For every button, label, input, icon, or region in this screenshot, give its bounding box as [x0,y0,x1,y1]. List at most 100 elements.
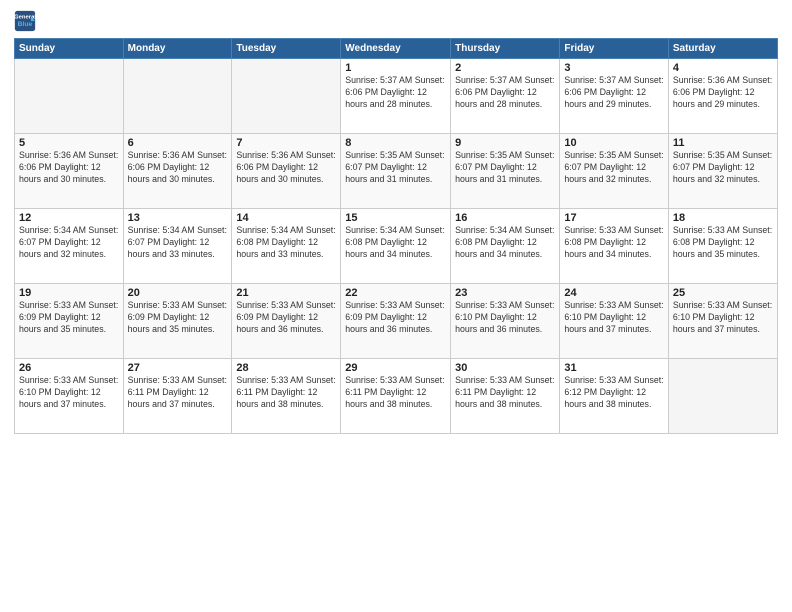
calendar-cell-3-7: 18Sunrise: 5:33 AM Sunset: 6:08 PM Dayli… [668,209,777,284]
day-info: Sunrise: 5:33 AM Sunset: 6:09 PM Dayligh… [236,300,336,336]
calendar-cell-2-7: 11Sunrise: 5:35 AM Sunset: 6:07 PM Dayli… [668,134,777,209]
calendar-cell-3-3: 14Sunrise: 5:34 AM Sunset: 6:08 PM Dayli… [232,209,341,284]
day-info: Sunrise: 5:37 AM Sunset: 6:06 PM Dayligh… [345,75,446,111]
day-info: Sunrise: 5:33 AM Sunset: 6:11 PM Dayligh… [236,375,336,411]
calendar-cell-2-3: 7Sunrise: 5:36 AM Sunset: 6:06 PM Daylig… [232,134,341,209]
day-info: Sunrise: 5:36 AM Sunset: 6:06 PM Dayligh… [236,150,336,186]
calendar-cell-4-1: 19Sunrise: 5:33 AM Sunset: 6:09 PM Dayli… [15,284,124,359]
week-row-2: 5Sunrise: 5:36 AM Sunset: 6:06 PM Daylig… [15,134,778,209]
day-info: Sunrise: 5:33 AM Sunset: 6:10 PM Dayligh… [673,300,773,336]
weekday-header-row: SundayMondayTuesdayWednesdayThursdayFrid… [15,39,778,59]
day-number: 20 [128,287,228,299]
day-number: 31 [564,362,664,374]
calendar-cell-5-3: 28Sunrise: 5:33 AM Sunset: 6:11 PM Dayli… [232,359,341,434]
weekday-header-thursday: Thursday [451,39,560,59]
day-number: 22 [345,287,446,299]
day-number: 2 [455,62,555,74]
day-info: Sunrise: 5:34 AM Sunset: 6:07 PM Dayligh… [128,225,228,261]
day-number: 18 [673,212,773,224]
weekday-header-sunday: Sunday [15,39,124,59]
weekday-header-wednesday: Wednesday [341,39,451,59]
calendar-cell-1-3 [232,59,341,134]
calendar-cell-1-1 [15,59,124,134]
page: General Blue SundayMondayTuesdayWednesda… [0,0,792,612]
calendar-cell-4-7: 25Sunrise: 5:33 AM Sunset: 6:10 PM Dayli… [668,284,777,359]
day-number: 16 [455,212,555,224]
day-info: Sunrise: 5:33 AM Sunset: 6:10 PM Dayligh… [455,300,555,336]
calendar-cell-4-3: 21Sunrise: 5:33 AM Sunset: 6:09 PM Dayli… [232,284,341,359]
day-info: Sunrise: 5:33 AM Sunset: 6:09 PM Dayligh… [128,300,228,336]
day-number: 25 [673,287,773,299]
day-number: 4 [673,62,773,74]
day-info: Sunrise: 5:37 AM Sunset: 6:06 PM Dayligh… [455,75,555,111]
day-info: Sunrise: 5:37 AM Sunset: 6:06 PM Dayligh… [564,75,664,111]
day-info: Sunrise: 5:33 AM Sunset: 6:09 PM Dayligh… [345,300,446,336]
day-number: 14 [236,212,336,224]
day-number: 5 [19,137,119,149]
day-info: Sunrise: 5:35 AM Sunset: 6:07 PM Dayligh… [345,150,446,186]
day-number: 29 [345,362,446,374]
day-info: Sunrise: 5:35 AM Sunset: 6:07 PM Dayligh… [564,150,664,186]
calendar-cell-4-2: 20Sunrise: 5:33 AM Sunset: 6:09 PM Dayli… [123,284,232,359]
day-info: Sunrise: 5:33 AM Sunset: 6:10 PM Dayligh… [564,300,664,336]
day-info: Sunrise: 5:33 AM Sunset: 6:08 PM Dayligh… [564,225,664,261]
day-info: Sunrise: 5:36 AM Sunset: 6:06 PM Dayligh… [673,75,773,111]
calendar-cell-2-6: 10Sunrise: 5:35 AM Sunset: 6:07 PM Dayli… [560,134,669,209]
week-row-5: 26Sunrise: 5:33 AM Sunset: 6:10 PM Dayli… [15,359,778,434]
calendar-cell-2-1: 5Sunrise: 5:36 AM Sunset: 6:06 PM Daylig… [15,134,124,209]
logo-icon: General Blue [14,10,36,32]
calendar-cell-3-2: 13Sunrise: 5:34 AM Sunset: 6:07 PM Dayli… [123,209,232,284]
week-row-3: 12Sunrise: 5:34 AM Sunset: 6:07 PM Dayli… [15,209,778,284]
calendar-cell-5-7 [668,359,777,434]
calendar-cell-1-4: 1Sunrise: 5:37 AM Sunset: 6:06 PM Daylig… [341,59,451,134]
day-number: 7 [236,137,336,149]
day-number: 17 [564,212,664,224]
day-number: 21 [236,287,336,299]
calendar-cell-5-5: 30Sunrise: 5:33 AM Sunset: 6:11 PM Dayli… [451,359,560,434]
day-info: Sunrise: 5:33 AM Sunset: 6:09 PM Dayligh… [19,300,119,336]
weekday-header-monday: Monday [123,39,232,59]
day-number: 13 [128,212,228,224]
weekday-header-friday: Friday [560,39,669,59]
weekday-header-tuesday: Tuesday [232,39,341,59]
day-number: 30 [455,362,555,374]
day-info: Sunrise: 5:34 AM Sunset: 6:08 PM Dayligh… [345,225,446,261]
calendar-cell-3-5: 16Sunrise: 5:34 AM Sunset: 6:08 PM Dayli… [451,209,560,284]
calendar-cell-5-6: 31Sunrise: 5:33 AM Sunset: 6:12 PM Dayli… [560,359,669,434]
day-number: 15 [345,212,446,224]
day-number: 10 [564,137,664,149]
day-number: 19 [19,287,119,299]
calendar-cell-4-5: 23Sunrise: 5:33 AM Sunset: 6:10 PM Dayli… [451,284,560,359]
day-number: 12 [19,212,119,224]
day-info: Sunrise: 5:33 AM Sunset: 6:11 PM Dayligh… [128,375,228,411]
calendar-cell-2-5: 9Sunrise: 5:35 AM Sunset: 6:07 PM Daylig… [451,134,560,209]
day-info: Sunrise: 5:33 AM Sunset: 6:11 PM Dayligh… [345,375,446,411]
calendar-cell-1-5: 2Sunrise: 5:37 AM Sunset: 6:06 PM Daylig… [451,59,560,134]
day-info: Sunrise: 5:34 AM Sunset: 6:08 PM Dayligh… [455,225,555,261]
calendar-cell-4-4: 22Sunrise: 5:33 AM Sunset: 6:09 PM Dayli… [341,284,451,359]
day-number: 27 [128,362,228,374]
day-number: 8 [345,137,446,149]
day-number: 3 [564,62,664,74]
calendar-cell-2-2: 6Sunrise: 5:36 AM Sunset: 6:06 PM Daylig… [123,134,232,209]
day-number: 26 [19,362,119,374]
calendar-cell-1-7: 4Sunrise: 5:36 AM Sunset: 6:06 PM Daylig… [668,59,777,134]
svg-text:Blue: Blue [18,21,33,28]
day-info: Sunrise: 5:34 AM Sunset: 6:07 PM Dayligh… [19,225,119,261]
day-info: Sunrise: 5:34 AM Sunset: 6:08 PM Dayligh… [236,225,336,261]
day-info: Sunrise: 5:35 AM Sunset: 6:07 PM Dayligh… [455,150,555,186]
day-info: Sunrise: 5:36 AM Sunset: 6:06 PM Dayligh… [19,150,119,186]
day-info: Sunrise: 5:33 AM Sunset: 6:12 PM Dayligh… [564,375,664,411]
day-number: 1 [345,62,446,74]
calendar-cell-1-6: 3Sunrise: 5:37 AM Sunset: 6:06 PM Daylig… [560,59,669,134]
day-number: 24 [564,287,664,299]
day-number: 23 [455,287,555,299]
day-info: Sunrise: 5:35 AM Sunset: 6:07 PM Dayligh… [673,150,773,186]
logo: General Blue [14,10,40,32]
calendar-cell-1-2 [123,59,232,134]
week-row-4: 19Sunrise: 5:33 AM Sunset: 6:09 PM Dayli… [15,284,778,359]
calendar-cell-3-1: 12Sunrise: 5:34 AM Sunset: 6:07 PM Dayli… [15,209,124,284]
calendar-cell-5-4: 29Sunrise: 5:33 AM Sunset: 6:11 PM Dayli… [341,359,451,434]
day-number: 9 [455,137,555,149]
calendar-cell-5-1: 26Sunrise: 5:33 AM Sunset: 6:10 PM Dayli… [15,359,124,434]
